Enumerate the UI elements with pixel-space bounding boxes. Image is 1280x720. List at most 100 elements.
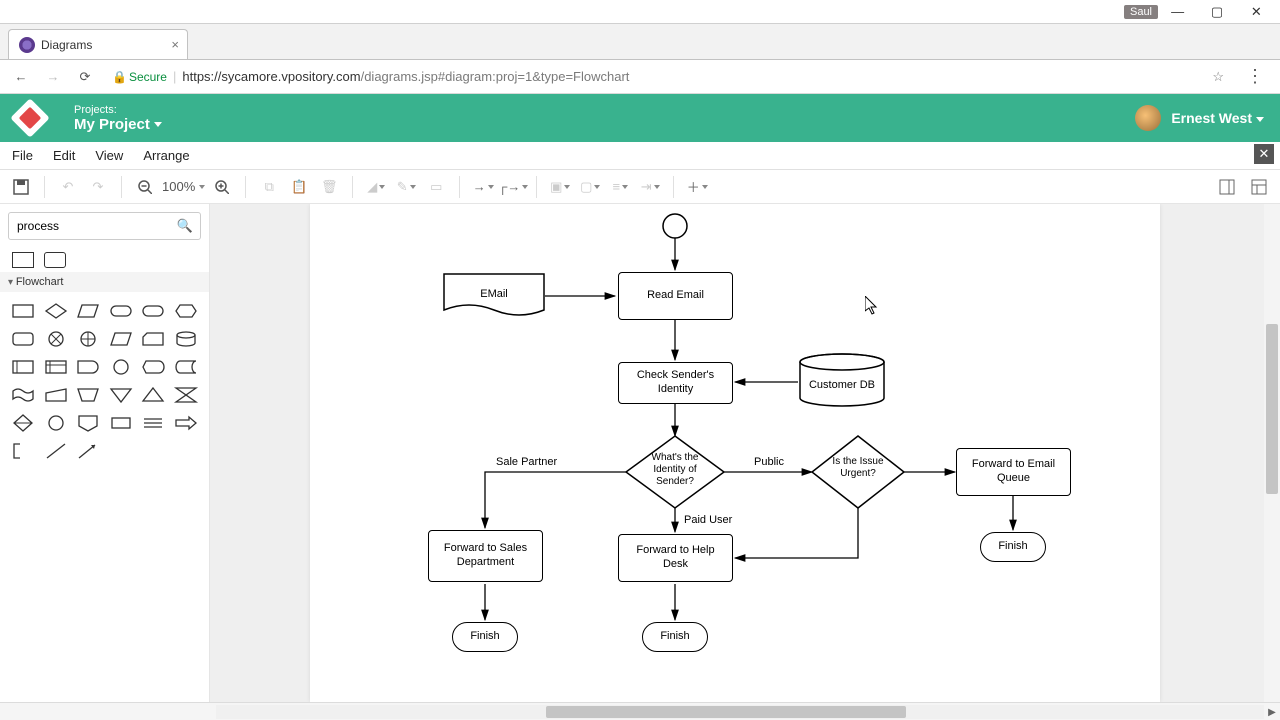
shape-loop-limit[interactable] [110, 414, 132, 432]
search-icon[interactable]: 🔍 [177, 218, 193, 234]
shape-parallel[interactable] [142, 414, 164, 432]
bookmark-star-icon[interactable]: ☆ [1212, 69, 1224, 85]
node-urgent-decision[interactable]: Is the Issue Urgent? [810, 434, 906, 510]
align-icon[interactable]: ≡ [607, 174, 633, 200]
shape-subprocess[interactable] [12, 358, 34, 376]
shape-manual-op[interactable] [77, 386, 99, 404]
tab-favicon-icon [19, 37, 35, 53]
shape-manual-input[interactable] [45, 386, 67, 404]
shape-database[interactable] [175, 330, 197, 348]
tab-close-button[interactable]: × [171, 37, 179, 52]
hscroll-thumb[interactable] [546, 706, 906, 718]
node-finish-sales[interactable]: Finish [452, 622, 518, 652]
menu-file[interactable]: File [12, 148, 33, 163]
shape-rounded-rectangle[interactable] [44, 252, 66, 268]
search-input[interactable] [8, 212, 201, 240]
browser-tab[interactable]: Diagrams × [8, 29, 188, 59]
shape-rounded[interactable] [12, 330, 34, 348]
shape-terminator[interactable] [110, 302, 132, 320]
shape-arrow[interactable] [175, 414, 197, 432]
zoom-out-icon[interactable] [132, 174, 158, 200]
window-close-button[interactable]: ✕ [1237, 1, 1276, 23]
node-fwd-help[interactable]: Forward to Help Desk [618, 534, 733, 582]
shadow-icon[interactable]: ▭ [423, 174, 449, 200]
browser-menu-button[interactable]: ⋮ [1240, 66, 1270, 87]
shape-line[interactable] [45, 442, 67, 460]
shape-circle[interactable] [45, 414, 67, 432]
to-back-icon[interactable]: ▢ [577, 174, 603, 200]
vertical-scrollbar-thumb[interactable] [1266, 324, 1278, 494]
shape-tape[interactable] [12, 386, 34, 404]
shape-collate[interactable] [175, 386, 197, 404]
distribute-icon[interactable]: ⇥ [637, 174, 663, 200]
nav-reload-button[interactable]: ⟳ [74, 69, 96, 85]
shape-merge[interactable] [110, 386, 132, 404]
canvas-page[interactable]: EMail Read Email Check Sender's Identity… [310, 204, 1160, 702]
shape-stored-data[interactable] [175, 358, 197, 376]
shape-connector[interactable] [110, 358, 132, 376]
shape-process[interactable] [12, 302, 34, 320]
palette-category[interactable]: Flowchart [0, 272, 209, 292]
node-finish-queue[interactable]: Finish [980, 532, 1046, 562]
shape-hexagon[interactable] [175, 302, 197, 320]
redo-icon[interactable]: ↷ [85, 174, 111, 200]
connector-style-icon[interactable]: → [470, 174, 496, 200]
node-check-sender[interactable]: Check Sender's Identity [618, 362, 733, 404]
node-identity-decision[interactable]: What's the Identity of Sender? [624, 434, 726, 510]
zoom-level[interactable]: 100% [162, 179, 205, 194]
fill-icon[interactable]: ◢ [363, 174, 389, 200]
shape-annotation[interactable] [12, 442, 34, 460]
format-panel-icon[interactable] [1214, 174, 1240, 200]
node-finish-help[interactable]: Finish [642, 622, 708, 652]
delete-icon[interactable]: 🗑 [316, 174, 342, 200]
shape-extract[interactable] [142, 386, 164, 404]
undo-icon[interactable]: ↶ [55, 174, 81, 200]
zoom-in-icon[interactable] [209, 174, 235, 200]
user-menu[interactable]: Ernest West [1135, 105, 1264, 131]
canvas-wrap[interactable]: EMail Read Email Check Sender's Identity… [210, 204, 1280, 702]
node-email[interactable]: EMail [442, 272, 546, 320]
shape-data[interactable] [110, 330, 132, 348]
copy-icon[interactable]: ⧉ [256, 174, 282, 200]
shape-display[interactable] [142, 358, 164, 376]
project-selector[interactable]: My Project [74, 116, 162, 133]
shape-sum[interactable] [45, 330, 67, 348]
shape-io[interactable] [77, 302, 99, 320]
shape-sort[interactable] [12, 414, 34, 432]
vertical-scrollbar[interactable] [1264, 204, 1280, 702]
shape-pill[interactable] [142, 302, 164, 320]
save-icon[interactable] [8, 174, 34, 200]
waypoint-icon[interactable]: ┌→ [500, 174, 526, 200]
app-logo-icon[interactable] [10, 98, 50, 138]
lock-icon: 🔒 Secure [112, 70, 167, 84]
nav-back-button[interactable]: ← [10, 69, 32, 84]
insert-icon[interactable]: ＋ [684, 174, 710, 200]
hscroll-track[interactable] [216, 705, 1264, 719]
menu-edit[interactable]: Edit [53, 148, 75, 163]
url-field[interactable]: 🔒 Secure | https://sycamore.vpository.co… [106, 64, 1202, 90]
hscroll-right[interactable]: ▶ [1264, 703, 1280, 720]
shape-decision[interactable] [45, 302, 67, 320]
os-titlebar: Saul — ▢ ✕ [0, 0, 1280, 24]
node-read-email[interactable]: Read Email [618, 272, 733, 320]
node-fwd-queue[interactable]: Forward to Email Queue [956, 448, 1071, 496]
shape-card[interactable] [142, 330, 164, 348]
window-minimize-button[interactable]: — [1158, 1, 1197, 23]
node-fwd-sales[interactable]: Forward to Sales Department [428, 530, 543, 582]
outline-panel-icon[interactable] [1246, 174, 1272, 200]
node-customer-db[interactable]: Customer DB [796, 352, 888, 408]
shape-or[interactable] [77, 330, 99, 348]
shape-directional[interactable] [77, 442, 99, 460]
shape-rectangle[interactable] [12, 252, 34, 268]
shape-internal-storage[interactable] [45, 358, 67, 376]
shape-delay[interactable] [77, 358, 99, 376]
menu-view[interactable]: View [95, 148, 123, 163]
paste-icon[interactable]: 📋 [286, 174, 312, 200]
to-front-icon[interactable]: ▣ [547, 174, 573, 200]
menu-arrange[interactable]: Arrange [143, 148, 189, 163]
stroke-icon[interactable]: ✎ [393, 174, 419, 200]
close-panel-button[interactable]: ✕ [1254, 144, 1274, 164]
nav-forward-button[interactable]: → [42, 69, 64, 84]
window-maximize-button[interactable]: ▢ [1197, 1, 1236, 23]
shape-offpage[interactable] [77, 414, 99, 432]
